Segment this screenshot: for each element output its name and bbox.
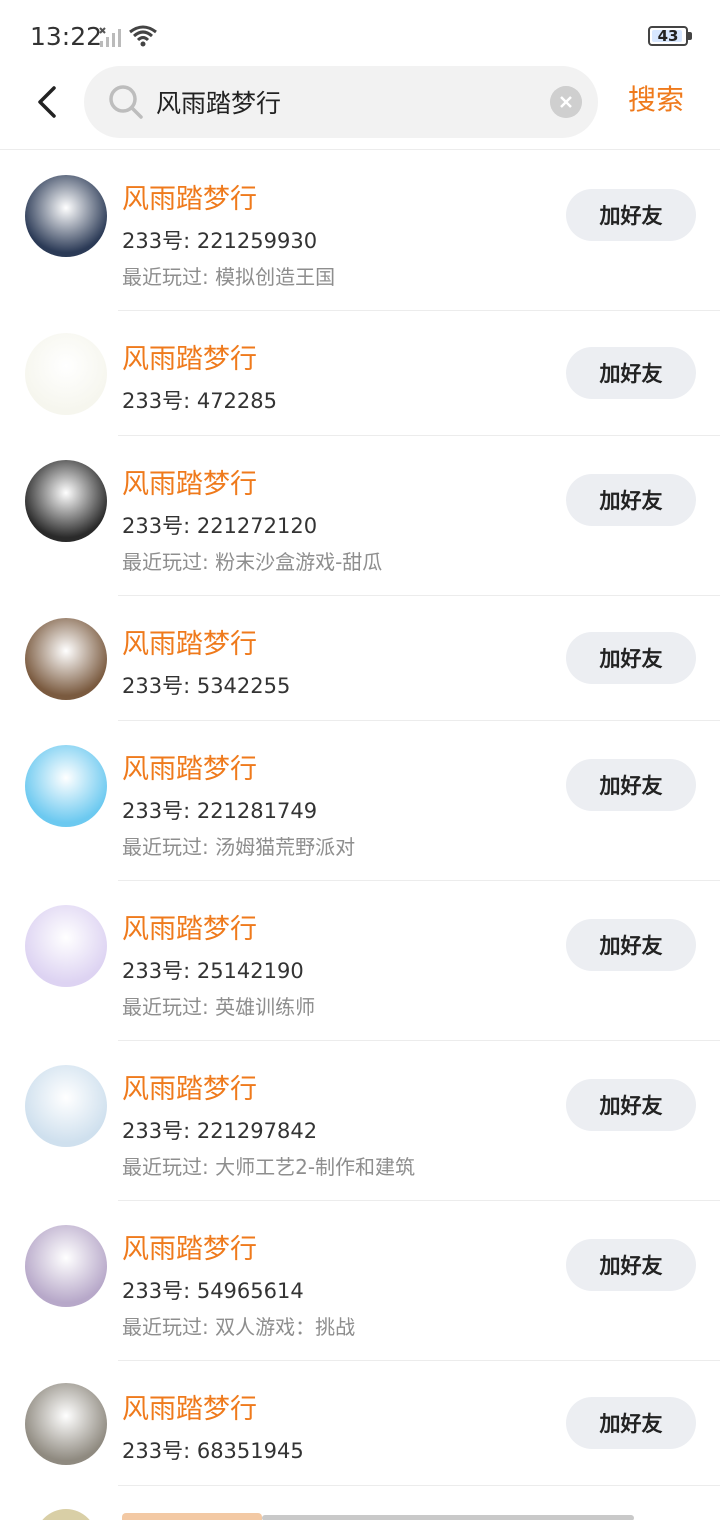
divider [118,1485,720,1486]
user-id: 233号: 25142190 [122,959,304,983]
user-name[interactable]: 风雨踏梦行 [122,907,257,946]
user-name[interactable]: 风雨踏梦行 [122,1387,257,1426]
battery-percent: 43 [657,27,679,45]
add-friend-button[interactable]: 加好友 [566,347,696,399]
user-name[interactable]: 风雨踏梦行 [122,462,257,501]
recently-played: 最近玩过: 汤姆猫荒野派对 [122,835,356,859]
user-id: 233号: 221259930 [122,229,318,253]
avatar[interactable] [25,460,107,542]
signal-icon [99,27,121,47]
avatar[interactable] [25,1065,107,1147]
list-item[interactable]: 风雨踏梦行 233号: 472285 加好友 [0,311,720,436]
recently-played: 最近玩过: 大师工艺2-制作和建筑 [122,1155,416,1179]
search-header: 搜索 [0,60,720,150]
search-input[interactable] [156,66,536,138]
user-name[interactable]: 风雨踏梦行 [122,622,257,661]
user-id: 233号: 5342255 [122,674,291,698]
add-friend-button[interactable]: 加好友 [566,1079,696,1131]
recently-played: 最近玩过: 英雄训练师 [122,995,316,1019]
avatar[interactable] [25,175,107,257]
user-name[interactable]: 风雨踏梦行 [122,177,257,216]
add-friend-button[interactable]: 加好友 [566,759,696,811]
user-id: 233号: 221281749 [122,799,318,823]
avatar[interactable] [25,333,107,415]
avatar[interactable] [25,1383,107,1465]
add-friend-button[interactable]: 加好友 [566,474,696,526]
partial-list-item [0,1505,720,1520]
list-item[interactable]: 风雨踏梦行 233号: 221272120 最近玩过: 粉末沙盒游戏-甜瓜 加好友 [0,436,720,596]
battery-tip [688,32,692,40]
list-item[interactable]: 风雨踏梦行 233号: 68351945 加好友 [0,1361,720,1486]
wifi-icon [129,25,157,47]
add-friend-button[interactable]: 加好友 [566,189,696,241]
user-id: 233号: 68351945 [122,1439,304,1463]
add-friend-button[interactable]: 加好友 [566,919,696,971]
add-friend-button[interactable]: 加好友 [566,1397,696,1449]
partial-name [122,1513,262,1520]
clear-icon[interactable] [550,86,582,118]
list-item[interactable]: 风雨踏梦行 233号: 221281749 最近玩过: 汤姆猫荒野派对 加好友 [0,721,720,881]
recently-played: 最近玩过: 双人游戏：挑战 [122,1315,356,1339]
list-item[interactable]: 风雨踏梦行 233号: 5342255 加好友 [0,596,720,721]
avatar [35,1509,97,1520]
user-id: 233号: 221297842 [122,1119,318,1143]
user-id: 233号: 221272120 [122,514,318,538]
status-time: 13:22 [30,22,103,51]
recently-played: 最近玩过: 粉末沙盒游戏-甜瓜 [122,550,383,574]
back-arrow-icon[interactable] [28,82,68,122]
avatar[interactable] [25,618,107,700]
avatar[interactable] [25,745,107,827]
user-id: 233号: 472285 [122,389,277,413]
recently-played: 最近玩过: 模拟创造王国 [122,265,336,289]
user-name[interactable]: 风雨踏梦行 [122,337,257,376]
list-item[interactable]: 风雨踏梦行 233号: 221259930 最近玩过: 模拟创造王国 加好友 [0,151,720,311]
user-id: 233号: 54965614 [122,1279,304,1303]
battery-icon: 43 [648,26,688,46]
user-name[interactable]: 风雨踏梦行 [122,747,257,786]
search-icon [109,85,143,119]
avatar[interactable] [25,1225,107,1307]
add-friend-button[interactable]: 加好友 [566,1239,696,1291]
list-item[interactable]: 风雨踏梦行 233号: 54965614 最近玩过: 双人游戏：挑战 加好友 [0,1201,720,1361]
list-item[interactable]: 风雨踏梦行 233号: 25142190 最近玩过: 英雄训练师 加好友 [0,881,720,1041]
search-button[interactable]: 搜索 [628,78,684,118]
add-friend-button[interactable]: 加好友 [566,632,696,684]
user-name[interactable]: 风雨踏梦行 [122,1227,257,1266]
scroll-indicator [262,1515,634,1520]
result-list: 风雨踏梦行 233号: 221259930 最近玩过: 模拟创造王国 加好友 风雨踏梦行… [0,151,720,1486]
list-item[interactable]: 风雨踏梦行 233号: 221297842 最近玩过: 大师工艺2-制作和建筑 加好友 [0,1041,720,1201]
user-name[interactable]: 风雨踏梦行 [122,1067,257,1106]
search-box[interactable] [84,66,598,138]
avatar[interactable] [25,905,107,987]
